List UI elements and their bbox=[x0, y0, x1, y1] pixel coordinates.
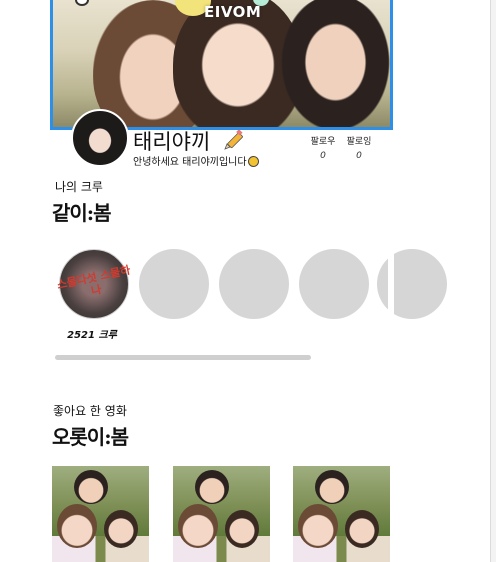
movie-poster[interactable] bbox=[293, 466, 390, 562]
sunglasses-emoji-icon bbox=[247, 156, 259, 167]
following-count: 0 bbox=[356, 151, 362, 161]
page-scrollbar[interactable] bbox=[490, 0, 496, 562]
banner-logo: EIVOM bbox=[204, 3, 262, 21]
profile-bio-text: 안녕하세요 태리야끼입니다 bbox=[133, 157, 247, 168]
camera-icon[interactable] bbox=[75, 0, 89, 6]
crew-horizontal-scrollbar[interactable] bbox=[55, 355, 311, 360]
crew-item[interactable] bbox=[59, 249, 129, 319]
crew-list-edge bbox=[388, 240, 394, 330]
crew-placeholder[interactable] bbox=[219, 249, 289, 319]
movie-poster[interactable] bbox=[173, 466, 270, 562]
crew-section-subtitle: 나의 크루 bbox=[55, 180, 103, 194]
profile-bio: 안녕하세요 태리야끼입니다 bbox=[133, 156, 259, 169]
avatar[interactable] bbox=[71, 109, 129, 167]
liked-section-title: 오롯이:봄 bbox=[52, 425, 129, 449]
movie-poster[interactable] bbox=[52, 466, 149, 562]
crew-placeholder[interactable] bbox=[299, 249, 369, 319]
crew-name: 2521 크루 bbox=[67, 330, 117, 341]
following-stat[interactable]: 팔로잉 0 bbox=[342, 137, 376, 162]
profile-username: 태리야끼 bbox=[133, 130, 211, 154]
crew-placeholder[interactable] bbox=[139, 249, 209, 319]
followers-count: 0 bbox=[320, 151, 326, 161]
crew-section-title: 같이:봄 bbox=[52, 201, 112, 225]
following-label: 팔로잉 bbox=[346, 137, 372, 147]
followers-label: 팔로우 bbox=[310, 137, 336, 147]
followers-stat[interactable]: 팔로우 0 bbox=[306, 137, 340, 162]
banner-person bbox=[278, 0, 390, 127]
liked-section-subtitle: 좋아요 한 영화 bbox=[53, 404, 127, 418]
edit-pencil-icon[interactable] bbox=[222, 130, 244, 152]
